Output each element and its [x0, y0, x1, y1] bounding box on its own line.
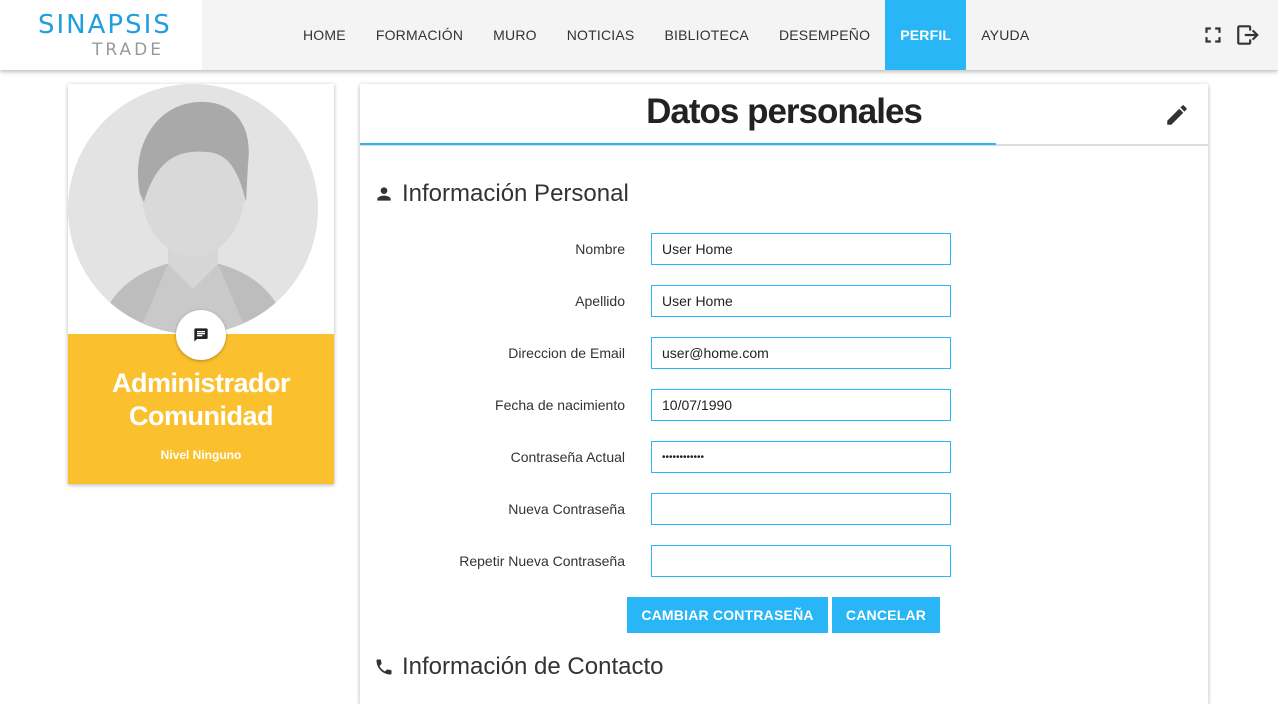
chat-icon	[194, 328, 208, 342]
field-label-apellido: Apellido	[575, 293, 625, 309]
brand-logo[interactable]: SINAPSIS TRADE	[0, 0, 202, 70]
brand-sub: TRADE	[92, 40, 164, 60]
field-label-email: Direccion de Email	[508, 345, 625, 361]
field-label-new-password: Nueva Contraseña	[508, 501, 625, 517]
repeat-password-input[interactable]	[651, 545, 951, 577]
email-input[interactable]	[651, 337, 951, 369]
form-row-repeat-password: Repetir Nueva Contraseña	[360, 545, 1208, 577]
logout-icon[interactable]	[1235, 22, 1261, 48]
form-row-fecha: Fecha de nacimiento	[360, 389, 1208, 421]
nav-item-desempeno[interactable]: DESEMPEÑO	[764, 0, 885, 70]
nav-item-formacion[interactable]: FORMACIÓN	[361, 0, 478, 70]
cancel-button[interactable]: CANCELAR	[832, 597, 940, 633]
chat-button[interactable]	[176, 310, 226, 360]
field-label-nombre: Nombre	[575, 241, 625, 257]
personal-data-card: Datos personales Información Personal No…	[360, 84, 1208, 704]
field-label-current-password: Contraseña Actual	[510, 449, 625, 465]
page-title: Datos personales	[646, 92, 923, 131]
nav-item-biblioteca[interactable]: BIBLIOTECA	[649, 0, 763, 70]
section-personal-title: Información Personal	[402, 180, 629, 207]
main-nav: HOME FORMACIÓN MURO NOTICIAS BIBLIOTECA …	[288, 0, 1044, 70]
nav-item-home[interactable]: HOME	[288, 0, 361, 70]
change-password-button[interactable]: CAMBIAR CONTRASEÑA	[627, 597, 828, 633]
form-row-email: Direccion de Email	[360, 337, 1208, 369]
form-row-current-password: Contraseña Actual	[360, 441, 1208, 473]
nav-item-ayuda[interactable]: AYUDA	[966, 0, 1044, 70]
form-row-apellido: Apellido	[360, 285, 1208, 317]
phone-icon	[376, 659, 392, 675]
nombre-input[interactable]	[651, 233, 951, 265]
fullscreen-icon[interactable]	[1200, 22, 1226, 48]
section-contact-heading: Información de Contacto	[374, 653, 663, 681]
level-label: Nivel Ninguno	[160, 448, 242, 462]
nav-item-noticias[interactable]: NOTICIAS	[552, 0, 650, 70]
field-label-repeat-password: Repetir Nueva Contraseña	[459, 553, 625, 569]
brand-name: SINAPSIS	[38, 10, 172, 40]
new-password-input[interactable]	[651, 493, 951, 525]
nav-item-muro[interactable]: MURO	[478, 0, 552, 70]
current-password-input[interactable]	[651, 441, 951, 473]
field-label-fecha: Fecha de nacimiento	[495, 397, 625, 413]
birthdate-input[interactable]	[651, 389, 951, 421]
avatar	[68, 84, 318, 334]
role-name: Administrador Comunidad	[68, 367, 334, 433]
profile-card: Administrador Comunidad Nivel Ninguno	[68, 84, 334, 484]
form-row-new-password: Nueva Contraseña	[360, 493, 1208, 525]
role-line-2: Comunidad	[129, 401, 274, 431]
pencil-icon[interactable]	[1164, 102, 1190, 128]
title-divider-accent	[360, 143, 996, 145]
nav-item-perfil[interactable]: PERFIL	[885, 0, 967, 70]
person-icon	[377, 187, 391, 201]
apellido-input[interactable]	[651, 285, 951, 317]
role-line-1: Administrador	[111, 368, 291, 398]
form-row-nombre: Nombre	[360, 233, 1208, 265]
top-navbar: SINAPSIS TRADE HOME FORMACIÓN MURO NOTIC…	[0, 0, 1278, 70]
section-contact-title: Información de Contacto	[402, 653, 664, 680]
section-personal-heading: Información Personal	[374, 180, 629, 208]
